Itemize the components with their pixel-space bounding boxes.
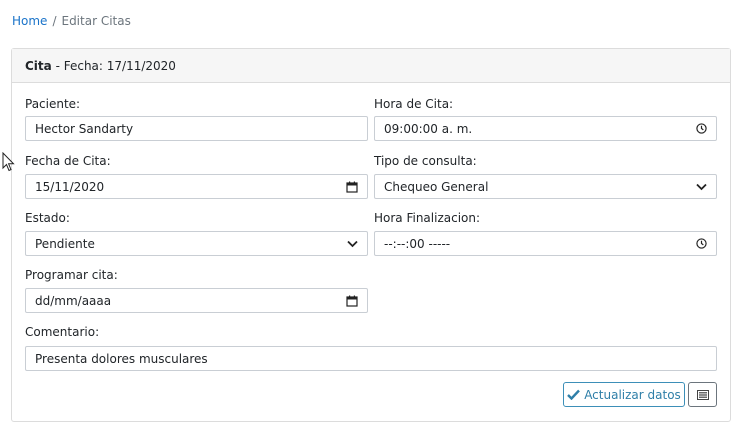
paciente-value: Hector Sandarty (35, 121, 134, 136)
card-title-bold: Cita (25, 59, 52, 73)
tipo-consulta-label: Tipo de consulta: (374, 154, 477, 168)
list-button[interactable] (688, 382, 717, 407)
programar-cita-input[interactable]: dd/mm/aaaa (25, 288, 368, 313)
hora-finalizacion-value: --:--:00 ----- (384, 236, 451, 251)
update-button[interactable]: Actualizar datos (563, 382, 685, 407)
card-header: Cita - Fecha: 17/11/2020 (12, 49, 730, 83)
fecha-cita-value: 15/11/2020 (35, 179, 105, 194)
comentario-label: Comentario: (25, 325, 100, 339)
fecha-cita-label: Fecha de Cita: (25, 154, 111, 168)
mouse-cursor-icon (2, 151, 15, 175)
check-icon (567, 389, 581, 400)
estado-value: Pendiente (35, 236, 95, 251)
breadcrumb-separator: / (52, 14, 57, 28)
chevron-down-icon (347, 240, 358, 248)
tipo-consulta-value: Chequeo General (384, 179, 489, 194)
chevron-down-icon (696, 183, 707, 191)
hora-finalizacion-label: Hora Finalizacion: (374, 211, 481, 225)
tipo-consulta-select[interactable]: Chequeo General (374, 174, 717, 199)
hora-finalizacion-input[interactable]: --:--:00 ----- (374, 231, 717, 256)
breadcrumb-current: Editar Citas (61, 14, 131, 28)
hora-cita-value: 09:00:00 a. m. (384, 121, 473, 136)
hora-cita-input[interactable]: 09:00:00 a. m. (374, 116, 717, 141)
programar-cita-placeholder: dd/mm/aaaa (35, 293, 112, 308)
estado-label: Estado: (25, 211, 70, 225)
fecha-cita-input[interactable]: 15/11/2020 (25, 174, 368, 199)
paciente-label: Paciente: (25, 97, 81, 111)
calendar-icon[interactable] (346, 181, 358, 193)
paciente-input[interactable]: Hector Sandarty (25, 116, 368, 141)
estado-select[interactable]: Pendiente (25, 231, 368, 256)
breadcrumb: Home / Editar Citas (12, 14, 131, 28)
clock-icon[interactable] (696, 238, 707, 249)
calendar-icon[interactable] (346, 295, 358, 307)
programar-cita-label: Programar cita: (25, 268, 118, 282)
hora-cita-label: Hora de Cita: (374, 97, 454, 111)
list-icon (696, 389, 709, 400)
comentario-input[interactable]: Presenta dolores musculares (25, 346, 717, 371)
card-title-date: - Fecha: 17/11/2020 (51, 59, 176, 73)
comentario-value: Presenta dolores musculares (35, 351, 208, 366)
breadcrumb-home-link[interactable]: Home (12, 14, 47, 28)
clock-icon[interactable] (696, 123, 707, 134)
update-button-label: Actualizar datos (584, 387, 681, 402)
